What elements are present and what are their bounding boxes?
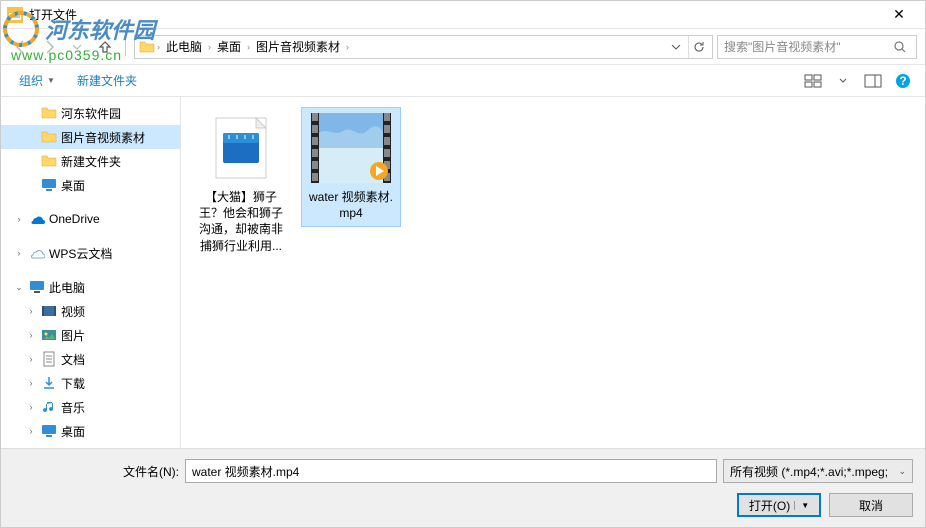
file-thumbnail [201,113,281,183]
file-thumbnail [311,113,391,183]
view-caret[interactable] [831,69,855,93]
open-button[interactable]: 打开(O) ▼ [737,493,821,517]
svg-text:?: ? [899,74,906,88]
main-area: 河东软件园图片音视频素材新建文件夹桌面 › OneDrive › WPS云文档 ⌄ 此电脑 ›… [1,97,925,483]
twisty-icon: › [25,306,37,316]
search-placeholder: 搜索"图片音视频素材" [724,38,884,55]
filename-input[interactable] [185,459,717,483]
video-icon [41,303,57,319]
file-item[interactable]: water 视频素材.mp4 [301,107,401,227]
sidebar-item[interactable]: › WPS云文档 [1,241,180,265]
sidebar-item-label: 图片 [61,327,85,344]
download-icon [41,375,57,391]
twisty-icon: › [25,378,37,388]
sidebar-item-label: 下载 [61,375,85,392]
sidebar-item-label: 音乐 [61,399,85,416]
search-icon[interactable] [890,37,910,57]
new-folder-button[interactable]: 新建文件夹 [69,68,145,93]
wps-icon [29,245,45,261]
help-button[interactable]: ? [891,69,915,93]
image-icon [41,327,57,343]
cancel-button[interactable]: 取消 [829,493,913,517]
window-title: 打开文件 [29,6,879,23]
sidebar-item[interactable]: › 文档 [1,347,180,371]
breadcrumb-folder-icon [139,39,155,55]
sidebar-item-label: 文档 [61,351,85,368]
sidebar-item[interactable]: 新建文件夹 [1,149,180,173]
nav-forward-button[interactable] [37,35,61,59]
twisty-icon: › [25,426,37,436]
sidebar-item[interactable]: › OneDrive [1,207,180,231]
sidebar-item-label: 新建文件夹 [61,153,121,170]
sidebar-item-label: 河东软件园 [61,105,121,122]
nav-separator [125,38,126,56]
search-input[interactable]: 搜索"图片音视频素材" [717,35,917,59]
refresh-button[interactable] [688,36,708,58]
breadcrumb-item[interactable]: 图片音视频素材 [252,36,344,57]
twisty-icon: › [13,214,25,224]
filetype-dropdown[interactable]: 所有视频 (*.mp4;*.avi;*.mpeg; ⌄ [723,459,913,483]
folder-icon [41,105,57,121]
app-icon [7,7,23,23]
docs-icon [41,351,57,367]
pc-icon [29,279,45,295]
folder-icon [41,129,57,145]
twisty-icon: ⌄ [13,282,25,293]
nav-up-button[interactable] [93,35,117,59]
nav-row: › 此电脑 › 桌面 › 图片音视频素材 › 搜索"图片音视频素材" [1,29,925,65]
twisty-icon: › [25,330,37,340]
sidebar-item[interactable]: 桌面 [1,173,180,197]
sidebar-item[interactable]: 河东软件园 [1,101,180,125]
onedrive-icon [29,211,45,227]
file-label: water 视频素材.mp4 [305,189,397,221]
twisty-icon: › [25,354,37,364]
sidebar-item[interactable]: 图片音视频素材 [1,125,180,149]
folder-icon [41,153,57,169]
nav-back-button[interactable] [9,35,33,59]
sidebar-item-label: 此电脑 [49,279,85,296]
bottom-bar: 文件名(N): 所有视频 (*.mp4;*.avi;*.mpeg; ⌄ 打开(O… [1,448,925,527]
sidebar-item[interactable]: › 下载 [1,371,180,395]
file-list[interactable]: 【大猫】狮子王？他会和狮子沟通，却被南非捕狮行业利用... water 视频素材.… [181,97,925,483]
split-caret-icon: ▼ [794,501,809,510]
chevron-down-icon: ⌄ [898,466,906,477]
desktop-icon [41,423,57,439]
view-mode-button[interactable] [801,69,825,93]
close-button[interactable]: ✕ [879,1,919,28]
sidebar-item-label: 桌面 [61,177,85,194]
breadcrumb-sep: › [157,42,160,52]
music-icon [41,399,57,415]
sidebar-item[interactable]: › 视频 [1,299,180,323]
sidebar-item-label: 图片音视频素材 [61,129,145,146]
sidebar: 河东软件园图片音视频素材新建文件夹桌面 › OneDrive › WPS云文档 ⌄ 此电脑 ›… [1,97,181,483]
twisty-icon: › [13,248,25,258]
nav-history-caret[interactable] [65,35,89,59]
sidebar-item[interactable]: › 音乐 [1,395,180,419]
organize-button[interactable]: 组织▼ [11,68,63,93]
toolbar: 组织▼ 新建文件夹 ? [1,65,925,97]
breadcrumb-item[interactable]: 桌面 [213,36,245,57]
twisty-icon: › [25,402,37,412]
sidebar-item[interactable]: ⌄ 此电脑 [1,275,180,299]
file-label: 【大猫】狮子王？他会和狮子沟通，却被南非捕狮行业利用... [195,189,287,254]
titlebar: 打开文件 ✕ [1,1,925,29]
chevron-down-icon: ▼ [47,76,55,85]
address-bar[interactable]: › 此电脑 › 桌面 › 图片音视频素材 › [134,35,713,59]
breadcrumb-item[interactable]: 此电脑 [162,36,206,57]
sidebar-item-label: WPS云文档 [49,245,112,262]
sidebar-item[interactable]: › 桌面 [1,419,180,443]
file-item[interactable]: 【大猫】狮子王？他会和狮子沟通，却被南非捕狮行业利用... [191,107,291,260]
desktop-icon [41,177,57,193]
sidebar-item-label: OneDrive [49,212,100,226]
preview-pane-button[interactable] [861,69,885,93]
sidebar-item-label: 视频 [61,303,85,320]
sidebar-item[interactable]: › 图片 [1,323,180,347]
sidebar-item-label: 桌面 [61,423,85,440]
address-dropdown-button[interactable] [666,36,686,58]
filename-label: 文件名(N): [13,463,179,480]
